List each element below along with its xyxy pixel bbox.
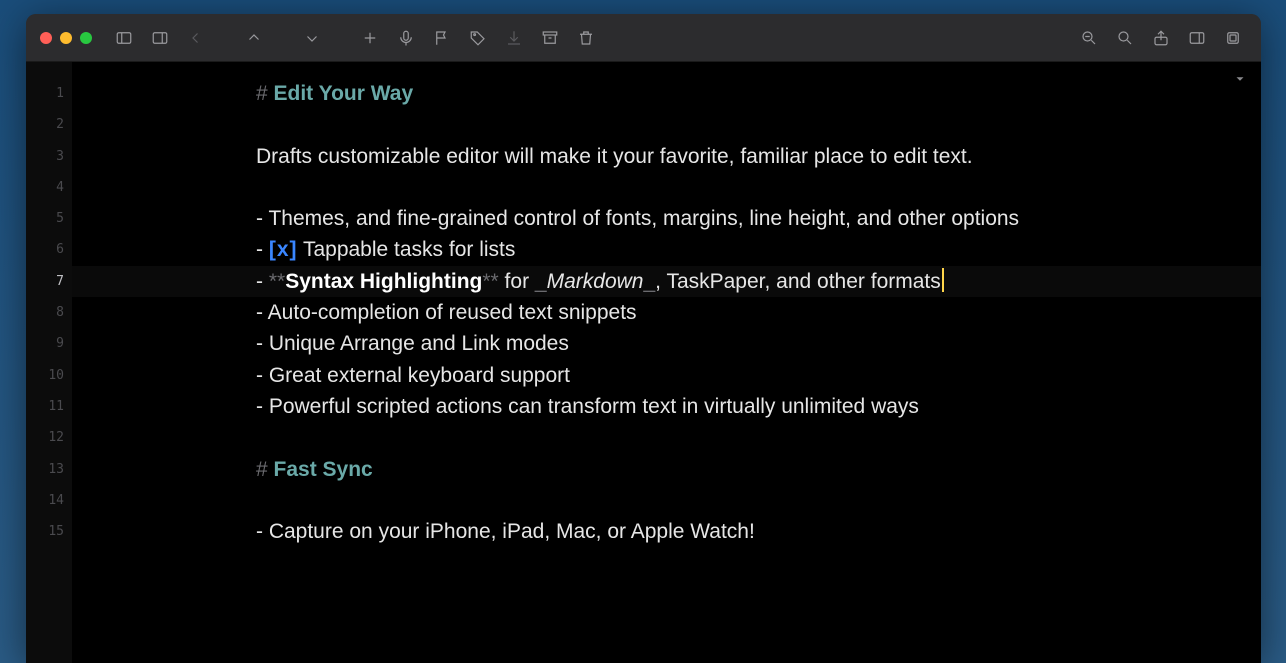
editor-line[interactable]: - Powerful scripted actions can transfor… xyxy=(256,391,1261,422)
zoom-window-button[interactable] xyxy=(80,32,92,44)
body-text: Capture on your iPhone, iPad, Mac, or Ap… xyxy=(269,520,755,543)
toolbar xyxy=(26,14,1261,62)
markdown-mark: ** xyxy=(482,270,498,293)
bold-text: Syntax Highlighting xyxy=(285,270,482,293)
editor-line[interactable] xyxy=(256,422,1261,453)
bullet-mark: - xyxy=(256,207,268,230)
task-checkbox[interactable]: [x] xyxy=(269,238,298,261)
bullet-mark: - xyxy=(256,332,269,355)
plus-icon[interactable] xyxy=(356,24,384,52)
body-text: Drafts customizable editor will make it … xyxy=(256,145,973,168)
editor-line[interactable]: Drafts customizable editor will make it … xyxy=(256,141,1261,172)
body-text: Unique Arrange and Link modes xyxy=(269,332,569,355)
body-text: Great external keyboard support xyxy=(269,364,570,387)
markdown-mark: # xyxy=(256,82,274,105)
body-text: for xyxy=(499,270,535,293)
heading-text: Edit Your Way xyxy=(274,82,414,105)
line-number: 9 xyxy=(26,328,72,359)
editor-line[interactable]: - Themes, and fine-grained control of fo… xyxy=(256,203,1261,234)
heading-text: Fast Sync xyxy=(274,458,373,481)
inspector-icon[interactable] xyxy=(1219,24,1247,52)
editor-line[interactable]: # Edit Your Way xyxy=(256,78,1261,109)
chevron-up-icon[interactable] xyxy=(240,24,268,52)
line-number: 2 xyxy=(26,109,72,140)
editor-line[interactable] xyxy=(256,109,1261,140)
body-text: Themes, and fine-grained control of font… xyxy=(268,207,1019,230)
share-icon[interactable] xyxy=(1147,24,1175,52)
line-number: 13 xyxy=(26,454,72,485)
line-number: 4 xyxy=(26,172,72,203)
bullet-mark: - xyxy=(256,395,269,418)
app-window: 1 2 3 4 5 6 7 8 9 10 11 12 13 14 15 # Ed… xyxy=(26,14,1261,663)
line-number: 7 xyxy=(26,266,72,297)
bullet-mark: - xyxy=(256,520,269,543)
back-icon[interactable] xyxy=(182,24,210,52)
body-text: Powerful scripted actions can transform … xyxy=(269,395,919,418)
editor-line[interactable] xyxy=(256,485,1261,516)
line-number: 11 xyxy=(26,391,72,422)
sidebar-left-icon[interactable] xyxy=(110,24,138,52)
bullet-mark: - xyxy=(256,238,269,261)
editor-line[interactable]: - [x] Tappable tasks for lists xyxy=(256,234,1261,265)
editor-line[interactable]: # Fast Sync xyxy=(256,454,1261,485)
italic-text: Markdown xyxy=(547,270,644,293)
close-window-button[interactable] xyxy=(40,32,52,44)
trash-icon[interactable] xyxy=(572,24,600,52)
bullet-mark: - xyxy=(256,301,268,324)
zoom-out-icon[interactable] xyxy=(1075,24,1103,52)
window-controls xyxy=(40,32,92,44)
chevron-down-icon[interactable] xyxy=(298,24,326,52)
mic-icon[interactable] xyxy=(392,24,420,52)
line-number: 8 xyxy=(26,297,72,328)
body-text: Auto-completion of reused text snippets xyxy=(268,301,637,324)
editor-line[interactable]: - Auto-completion of reused text snippet… xyxy=(256,297,1261,328)
collapse-arrow-icon[interactable] xyxy=(1233,72,1247,91)
archive-icon[interactable] xyxy=(536,24,564,52)
line-number: 3 xyxy=(26,141,72,172)
sidebar-right-icon[interactable] xyxy=(146,24,174,52)
tag-icon[interactable] xyxy=(464,24,492,52)
body-text: , TaskPaper, and other formats xyxy=(655,270,941,293)
markdown-mark: ** xyxy=(269,270,285,293)
minimize-window-button[interactable] xyxy=(60,32,72,44)
markdown-mark: _ xyxy=(535,270,547,293)
editor-line[interactable]: - Great external keyboard support xyxy=(256,360,1261,391)
markdown-mark: _ xyxy=(643,270,655,293)
editor-line[interactable] xyxy=(256,172,1261,203)
line-number: 1 xyxy=(26,78,72,109)
editor[interactable]: 1 2 3 4 5 6 7 8 9 10 11 12 13 14 15 # Ed… xyxy=(26,62,1261,663)
search-icon[interactable] xyxy=(1111,24,1139,52)
flag-icon[interactable] xyxy=(428,24,456,52)
line-number: 12 xyxy=(26,422,72,453)
text-cursor xyxy=(942,268,944,292)
line-gutter: 1 2 3 4 5 6 7 8 9 10 11 12 13 14 15 xyxy=(26,62,72,663)
line-number: 14 xyxy=(26,485,72,516)
bullet-mark: - xyxy=(256,270,269,293)
panel-right-icon[interactable] xyxy=(1183,24,1211,52)
editor-line[interactable]: - Unique Arrange and Link modes xyxy=(256,328,1261,359)
editor-line[interactable]: - Capture on your iPhone, iPad, Mac, or … xyxy=(256,516,1261,547)
markdown-mark: # xyxy=(256,458,274,481)
line-number: 10 xyxy=(26,360,72,391)
editor-content[interactable]: # Edit Your Way Drafts customizable edit… xyxy=(72,62,1261,663)
body-text: Tappable tasks for lists xyxy=(298,238,516,261)
download-icon[interactable] xyxy=(500,24,528,52)
line-number: 5 xyxy=(26,203,72,234)
bullet-mark: - xyxy=(256,364,269,387)
line-number: 6 xyxy=(26,234,72,265)
line-number: 15 xyxy=(26,516,72,547)
editor-line[interactable]: - **Syntax Highlighting** for _Markdown_… xyxy=(72,266,1261,297)
